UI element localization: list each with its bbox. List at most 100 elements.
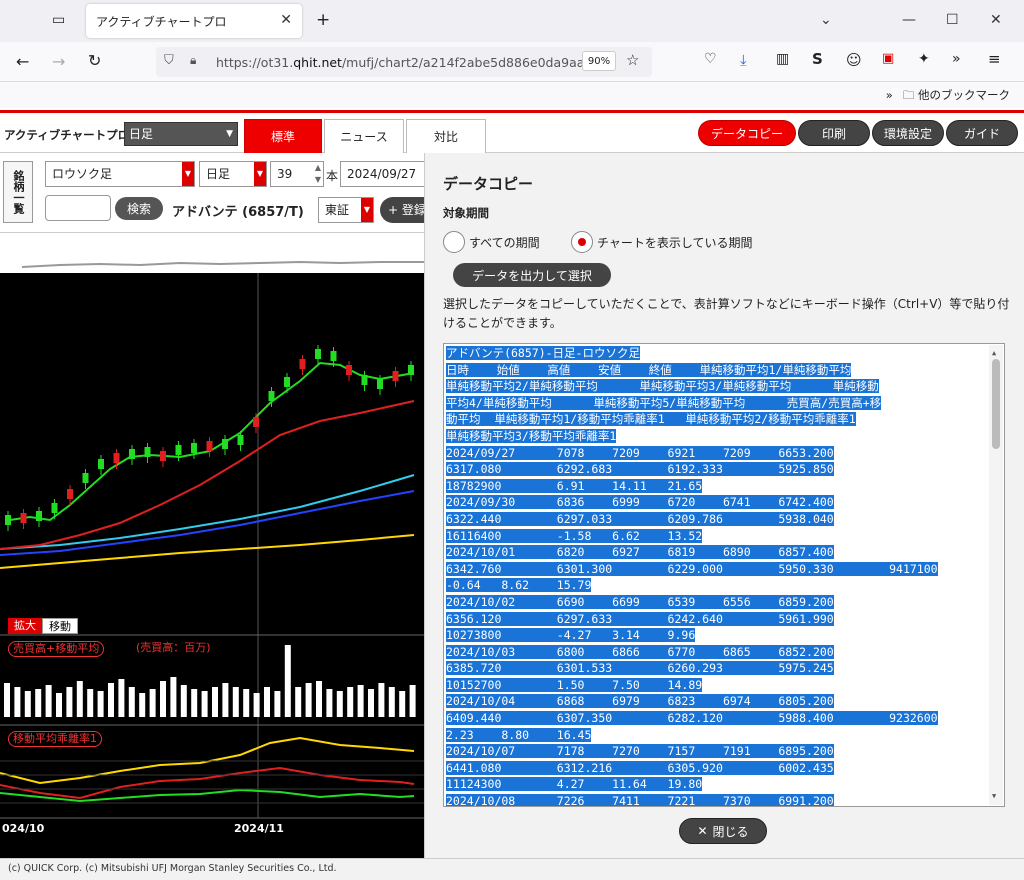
minimize-icon[interactable]: —: [902, 12, 916, 28]
reload-icon[interactable]: ↻: [88, 51, 101, 70]
register-button[interactable]: + 登録: [380, 197, 424, 223]
candle-body: [408, 365, 414, 375]
star-icon[interactable]: ☆: [626, 51, 639, 69]
chevron-right-icon: »: [885, 88, 893, 102]
volume-bar: [305, 683, 312, 717]
data-line: 6317.080 6292.683 6192.333 5925.850: [446, 461, 986, 478]
close-button[interactable]: ✕ 閉じる: [679, 818, 767, 844]
candle-body: [129, 449, 135, 459]
data-line-text: 単純移動平均2/単純移動平均 単純移動平均3/単純移動平均 単純移動: [446, 379, 879, 394]
url-bar[interactable]: ⛉ 🔒︎ https://ot31. qhit.net/mufj/chart2/a…: [156, 47, 652, 77]
browser-tab[interactable]: アクティブチャートプロ ✕: [86, 4, 302, 38]
textarea-scrollbar[interactable]: ▲ ▼: [989, 345, 1003, 805]
radio-chart-period[interactable]: チャートを表示している期間: [571, 231, 753, 253]
stepper-arrows-icon[interactable]: ▲ ▼: [315, 162, 321, 186]
data-line-text: 2024/09/30 6836 6999 6720 6741 6742.400: [446, 495, 834, 510]
data-line-text: 10273800 -4.27 3.14 9.96: [446, 628, 696, 643]
tab-standard[interactable]: 標準: [244, 119, 322, 153]
data-copy-dialog: データコピー 対象期間 すべての期間 チャートを表示している期間 データを出力し…: [424, 153, 1024, 858]
move-button[interactable]: 移動: [42, 618, 78, 634]
candle-body: [51, 503, 58, 513]
period-select-value: 日足: [129, 127, 154, 141]
close-icon: ✕: [697, 824, 708, 838]
candle-body: [191, 443, 197, 453]
data-line-text: 10152700 1.50 7.50 14.89: [446, 677, 703, 692]
period-select[interactable]: 日足 ▼: [124, 122, 238, 146]
candle-body: [20, 513, 27, 523]
x-axis-label: 2024/11: [234, 822, 284, 835]
account-icon[interactable]: ☺: [846, 51, 862, 69]
zoom-indicator[interactable]: 90%: [582, 51, 616, 71]
close-tab-icon[interactable]: ✕: [280, 12, 292, 28]
target-period-label: 対象期間: [443, 206, 489, 220]
shield-icon[interactable]: ⛉: [164, 53, 174, 68]
candle-body: [160, 451, 166, 461]
data-copy-button[interactable]: データコピー: [698, 120, 796, 146]
stock-code-input[interactable]: [45, 195, 111, 221]
extension-icon[interactable]: ▣: [882, 51, 894, 66]
other-bookmarks[interactable]: » 🗀︎ 他のブックマーク: [886, 87, 1010, 107]
volume-bar: [108, 683, 114, 717]
chart-canvas[interactable]: 拡大 移動 売買高+移動平均 (売買高：百万) 移動平均乖離率1 024/10 …: [0, 273, 424, 858]
puzzle-icon[interactable]: ✦: [918, 51, 930, 67]
date-input[interactable]: 2024/09/27: [340, 161, 424, 187]
data-line: 動平均 単純移動平均1/移動平均乖離率1 単純移動平均2/移動平均乖離率1: [446, 411, 986, 428]
chevron-down-icon[interactable]: ⌄: [820, 12, 832, 28]
forward-icon[interactable]: →: [52, 52, 65, 71]
zoom-button[interactable]: 拡大: [8, 618, 42, 634]
radio-all-periods[interactable]: すべての期間: [443, 231, 540, 253]
back-icon[interactable]: ←: [16, 52, 29, 71]
volume-bar: [243, 689, 250, 717]
search-button[interactable]: 検索: [115, 197, 163, 220]
dialog-title: データコピー: [443, 175, 534, 193]
scroll-down-icon[interactable]: ▼: [992, 788, 996, 805]
candle-body: [377, 379, 383, 389]
data-line-text: 18782900 6.91 14.11 21.65: [446, 478, 703, 493]
settings-button[interactable]: 環境設定: [872, 120, 944, 146]
data-textarea[interactable]: アドバンテ(6857)-日足-ロウソク足 日時 始値 高値 安値 終値 単純移動平…: [443, 343, 1005, 807]
volume-bar: [76, 681, 83, 717]
maximize-icon[interactable]: ☐: [946, 12, 959, 28]
volume-bar: [222, 683, 229, 717]
data-line-text: 2.23 8.80 16.45: [446, 727, 592, 742]
chart-svg: [0, 273, 424, 819]
count-unit: 本: [326, 169, 339, 183]
volume-bar: [56, 693, 62, 717]
volume-bar: [316, 681, 322, 717]
market-select[interactable]: 東証 ▼: [318, 197, 374, 223]
url-domain: qhit.net: [293, 54, 342, 70]
tab-compare[interactable]: 対比: [406, 119, 486, 153]
volume-bar: [191, 689, 198, 717]
period-select-2[interactable]: 日足 ▼: [199, 161, 267, 187]
data-line: 18782900 6.91 14.11 21.65: [446, 478, 986, 495]
print-button[interactable]: 印刷: [798, 120, 870, 146]
extension-s-icon[interactable]: S: [812, 50, 823, 68]
dropdown-arrow-icon: ▼: [226, 129, 233, 139]
data-line: 6385.720 6301.533 6260.293 5975.245: [446, 660, 986, 677]
pocket-icon[interactable]: ♡: [704, 51, 717, 67]
volume-bar: [378, 683, 385, 717]
new-tab-icon[interactable]: +: [316, 10, 330, 30]
folder-icon: 🗀︎: [902, 88, 915, 102]
guide-button[interactable]: ガイド: [946, 120, 1018, 146]
overview-sparkline: [21, 260, 424, 268]
stock-list-button[interactable]: 銘柄一覧: [3, 161, 33, 223]
chart-type-select[interactable]: ロウソク足 ▼: [45, 161, 195, 187]
zoom-move-toggle: 拡大 移動: [8, 618, 78, 634]
candle-body: [237, 435, 244, 445]
reader-icon[interactable]: ▥: [776, 51, 789, 67]
scroll-thumb[interactable]: [992, 359, 1000, 449]
volume-bar: [284, 645, 291, 717]
menu-icon[interactable]: ≡: [988, 50, 1001, 68]
more-tools-icon[interactable]: »: [952, 51, 961, 67]
volume-bar: [409, 685, 416, 717]
volume-bar: [118, 679, 125, 717]
download-icon[interactable]: ⤓: [740, 51, 747, 69]
count-stepper[interactable]: 39 ▲ ▼: [270, 161, 324, 187]
tab-overview-icon[interactable]: ▭: [52, 12, 65, 28]
candle-body: [253, 417, 259, 427]
close-window-icon[interactable]: ✕: [990, 12, 1002, 28]
tab-news[interactable]: ニュース: [324, 119, 404, 153]
volume-bar: [87, 689, 94, 717]
output-select-button[interactable]: データを出力して選択: [453, 263, 611, 287]
